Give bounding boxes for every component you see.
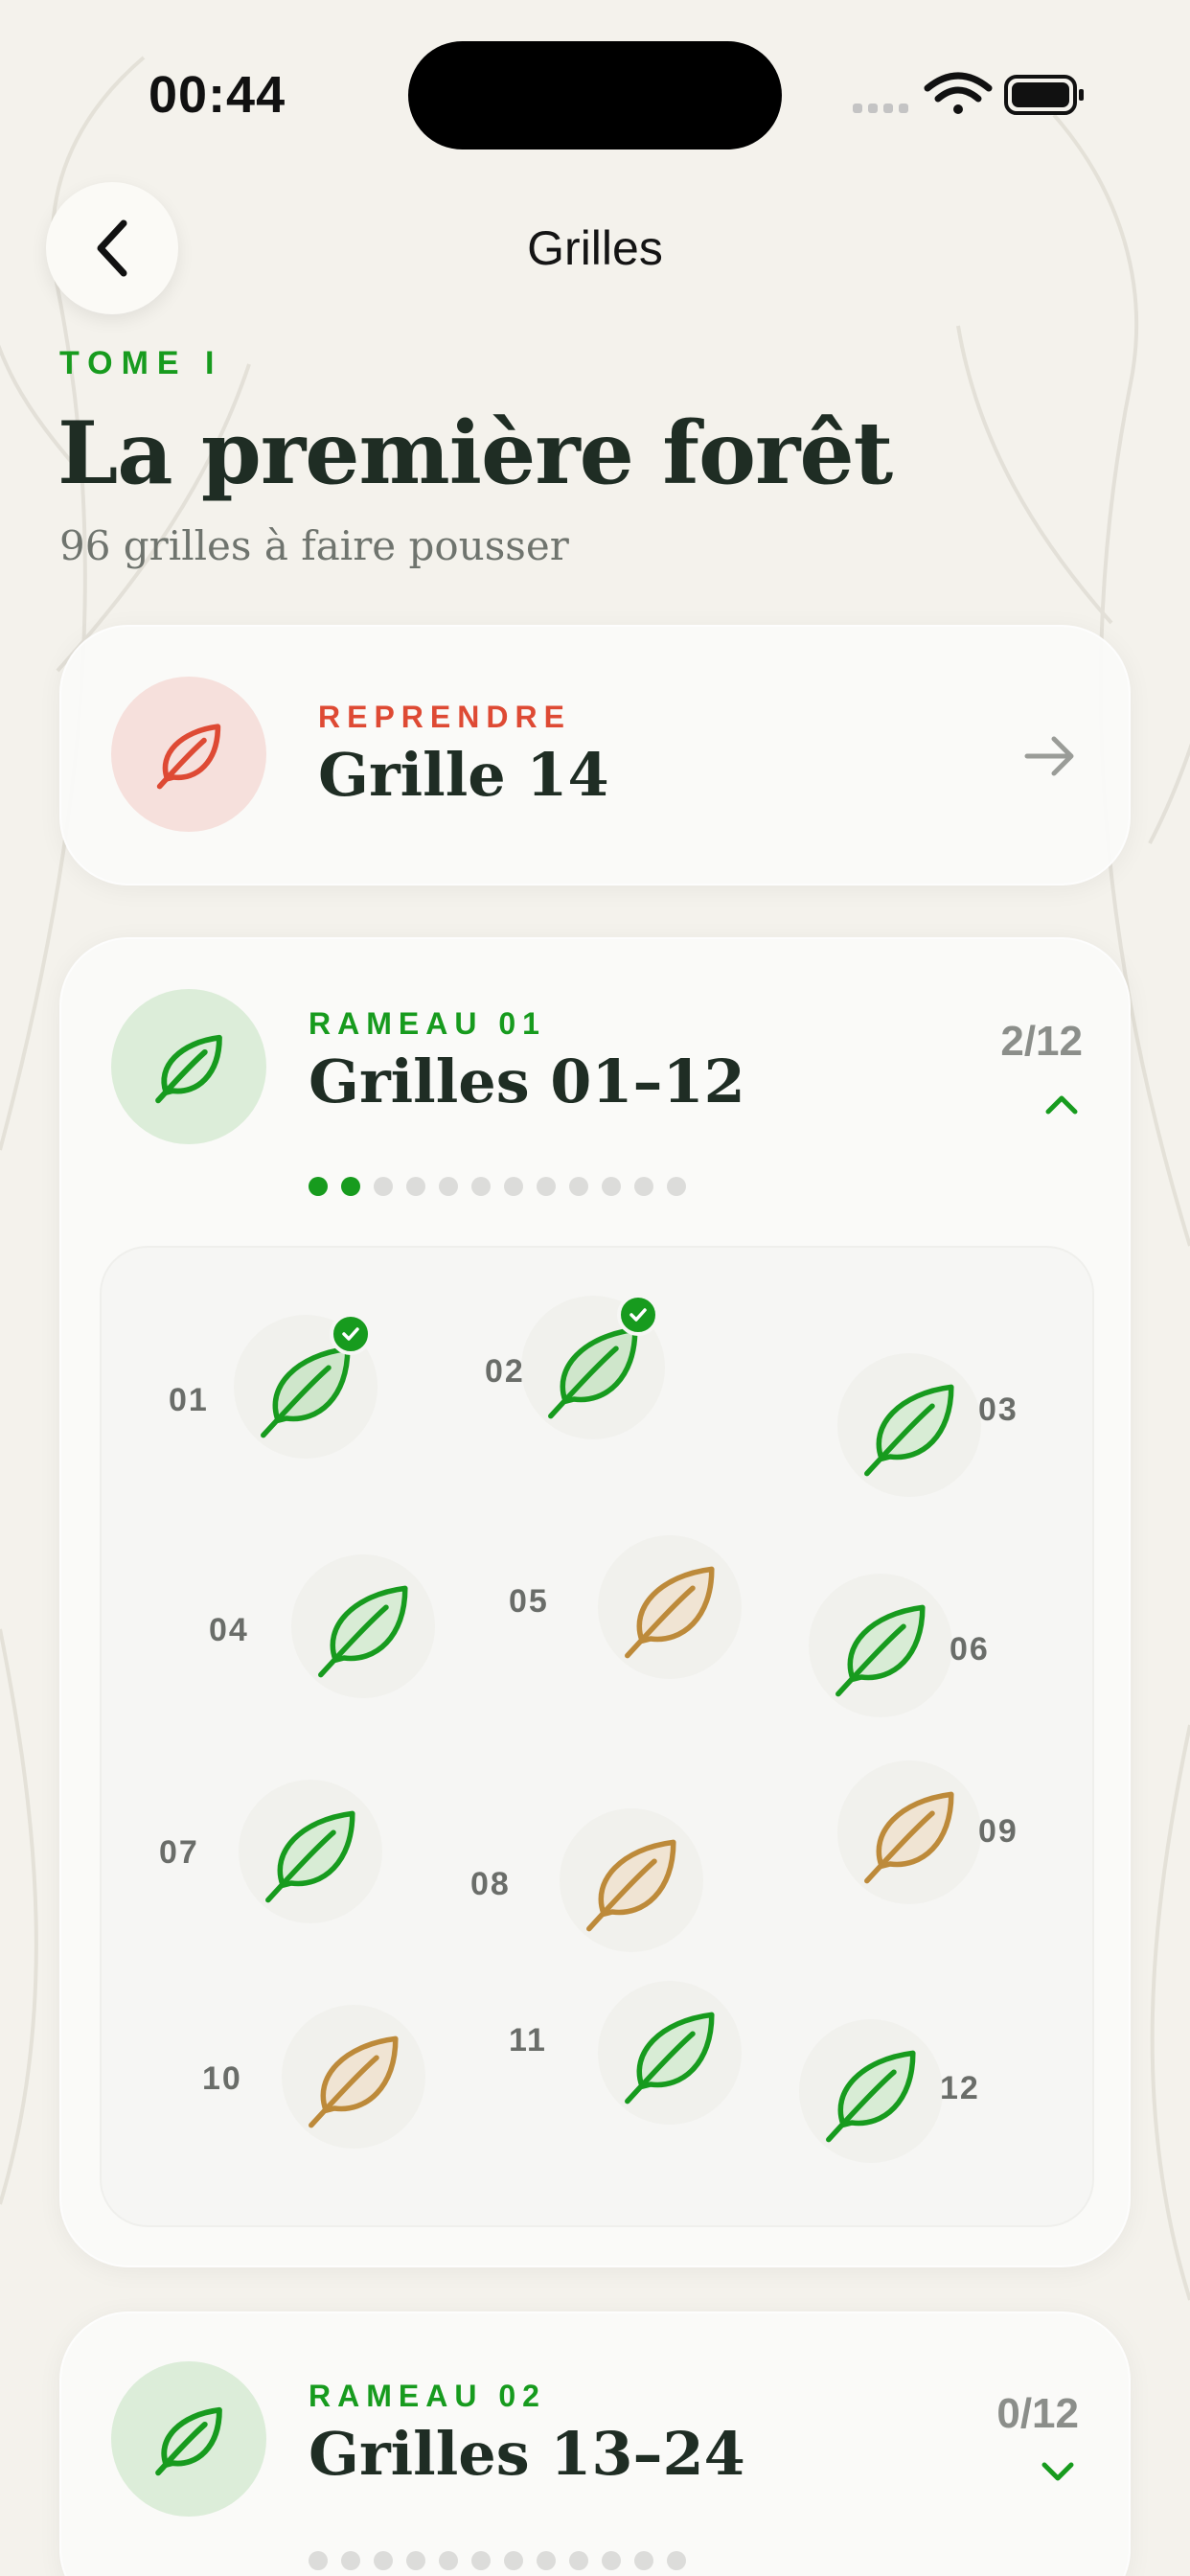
resume-card[interactable]: REPRENDRE Grille 14 xyxy=(59,625,1131,886)
grille-number: 07 xyxy=(159,1834,199,1871)
page-title: La première forêt xyxy=(57,402,893,504)
progress-dot xyxy=(569,1177,588,1196)
leaf-icon[interactable] xyxy=(260,1799,365,1904)
progress-dot xyxy=(439,2551,458,2570)
rameau-card-02[interactable]: RAMEAU 02 Grilles 13–24 0/12 xyxy=(59,2312,1131,2576)
wifi-icon xyxy=(924,72,993,114)
leaf-icon xyxy=(155,1034,222,1104)
rameau-progress-dots xyxy=(309,2551,686,2570)
grille-number: 10 xyxy=(202,2060,242,2097)
leaf-icon[interactable] xyxy=(830,1593,935,1698)
chevron-up-icon[interactable] xyxy=(1042,1091,1081,1117)
rameau-progress-count: 0/12 xyxy=(996,2390,1079,2437)
grille-number: 11 xyxy=(509,2022,547,2058)
arrow-right-icon[interactable] xyxy=(1021,727,1079,785)
grilles-grid: 01 02 03 04 05 06 07 08 09 10 11 12 xyxy=(100,1246,1094,2227)
checkmark-icon xyxy=(330,1313,372,1355)
progress-dot xyxy=(341,1177,360,1196)
dynamic-island xyxy=(408,41,782,150)
rameau-progress-count: 2/12 xyxy=(1000,1018,1083,1065)
leaf-icon[interactable] xyxy=(820,2038,926,2144)
grille-number: 12 xyxy=(940,2070,980,2106)
progress-dot xyxy=(667,1177,686,1196)
rameau-card-01: RAMEAU 01 Grilles 01–12 2/12 01 02 03 04 05 0… xyxy=(59,937,1131,2267)
leaf-icon[interactable] xyxy=(619,2000,724,2105)
grille-number: 08 xyxy=(470,1866,511,1902)
progress-dot xyxy=(439,1177,458,1196)
rameau-label: RAMEAU 01 xyxy=(309,1006,546,1041)
rameau-title: Grilles 01–12 xyxy=(309,1046,745,1116)
progress-dot xyxy=(602,2551,621,2570)
rameau-title: Grilles 13–24 xyxy=(309,2419,745,2489)
rameau-progress-dots xyxy=(309,1177,686,1196)
resume-label: REPRENDRE xyxy=(318,700,571,734)
nav-title: Grilles xyxy=(527,221,663,275)
checkmark-icon xyxy=(617,1294,659,1336)
rameau-label: RAMEAU 02 xyxy=(309,2379,546,2413)
leaf-icon xyxy=(155,2406,222,2476)
grille-number: 01 xyxy=(169,1382,209,1418)
progress-dot xyxy=(602,1177,621,1196)
grille-number: 03 xyxy=(978,1392,1018,1428)
grille-number: 06 xyxy=(950,1631,990,1668)
progress-dot xyxy=(374,2551,393,2570)
leaf-icon[interactable] xyxy=(619,1554,724,1660)
progress-dot xyxy=(569,2551,588,2570)
progress-dot xyxy=(309,1177,328,1196)
progress-dot xyxy=(406,2551,425,2570)
leaf-icon[interactable] xyxy=(303,2024,408,2129)
leaf-icon[interactable] xyxy=(312,1574,418,1679)
leaf-icon xyxy=(156,724,221,790)
progress-dot xyxy=(309,2551,328,2570)
progress-dot xyxy=(406,1177,425,1196)
resume-leaf-badge xyxy=(111,677,266,832)
grille-number: 05 xyxy=(509,1583,549,1620)
grille-number: 09 xyxy=(978,1813,1018,1850)
tome-label: TOME I xyxy=(59,345,223,381)
rameau-leaf-badge xyxy=(111,2361,266,2517)
leaf-icon[interactable] xyxy=(858,1780,964,1885)
leaf-icon[interactable] xyxy=(858,1372,964,1478)
progress-dot xyxy=(471,1177,491,1196)
leaf-icon[interactable] xyxy=(581,1828,686,1933)
progress-dot xyxy=(537,2551,556,2570)
progress-dot xyxy=(634,2551,653,2570)
battery-icon xyxy=(1004,75,1084,115)
progress-dot xyxy=(537,1177,556,1196)
progress-dot xyxy=(471,2551,491,2570)
rameau-leaf-badge xyxy=(111,989,266,1144)
signal-icon xyxy=(853,104,908,113)
grille-number: 02 xyxy=(485,1353,525,1390)
progress-dot xyxy=(504,1177,523,1196)
status-icons xyxy=(853,72,1084,115)
progress-dot xyxy=(634,1177,653,1196)
chevron-down-icon[interactable] xyxy=(1039,2457,1077,2484)
grille-number: 04 xyxy=(209,1612,249,1648)
status-time: 00:44 xyxy=(149,66,286,124)
progress-dot xyxy=(667,2551,686,2570)
page-subtitle: 96 grilles à faire pousser xyxy=(59,522,569,569)
progress-dot xyxy=(341,2551,360,2570)
rameau-header-01[interactable]: RAMEAU 01 Grilles 01–12 2/12 xyxy=(61,939,1133,1227)
progress-dot xyxy=(504,2551,523,2570)
resume-title: Grille 14 xyxy=(318,740,609,810)
progress-dot xyxy=(374,1177,393,1196)
